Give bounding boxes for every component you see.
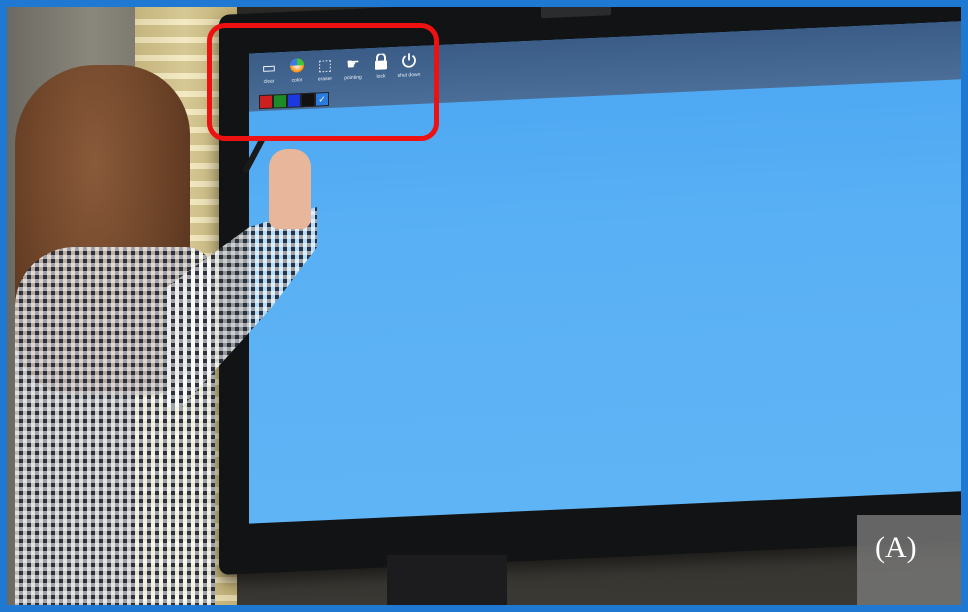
panel-label: (A) (875, 531, 917, 564)
display-camera (541, 7, 611, 19)
display-stand (387, 555, 507, 605)
person-hand (269, 149, 311, 229)
panel-label-box: (A) (857, 515, 961, 605)
photo-frame: ▭ clear color ⬚ eraser ☛ pointing lock s… (0, 0, 968, 612)
toolbar-highlight-box (207, 23, 439, 141)
